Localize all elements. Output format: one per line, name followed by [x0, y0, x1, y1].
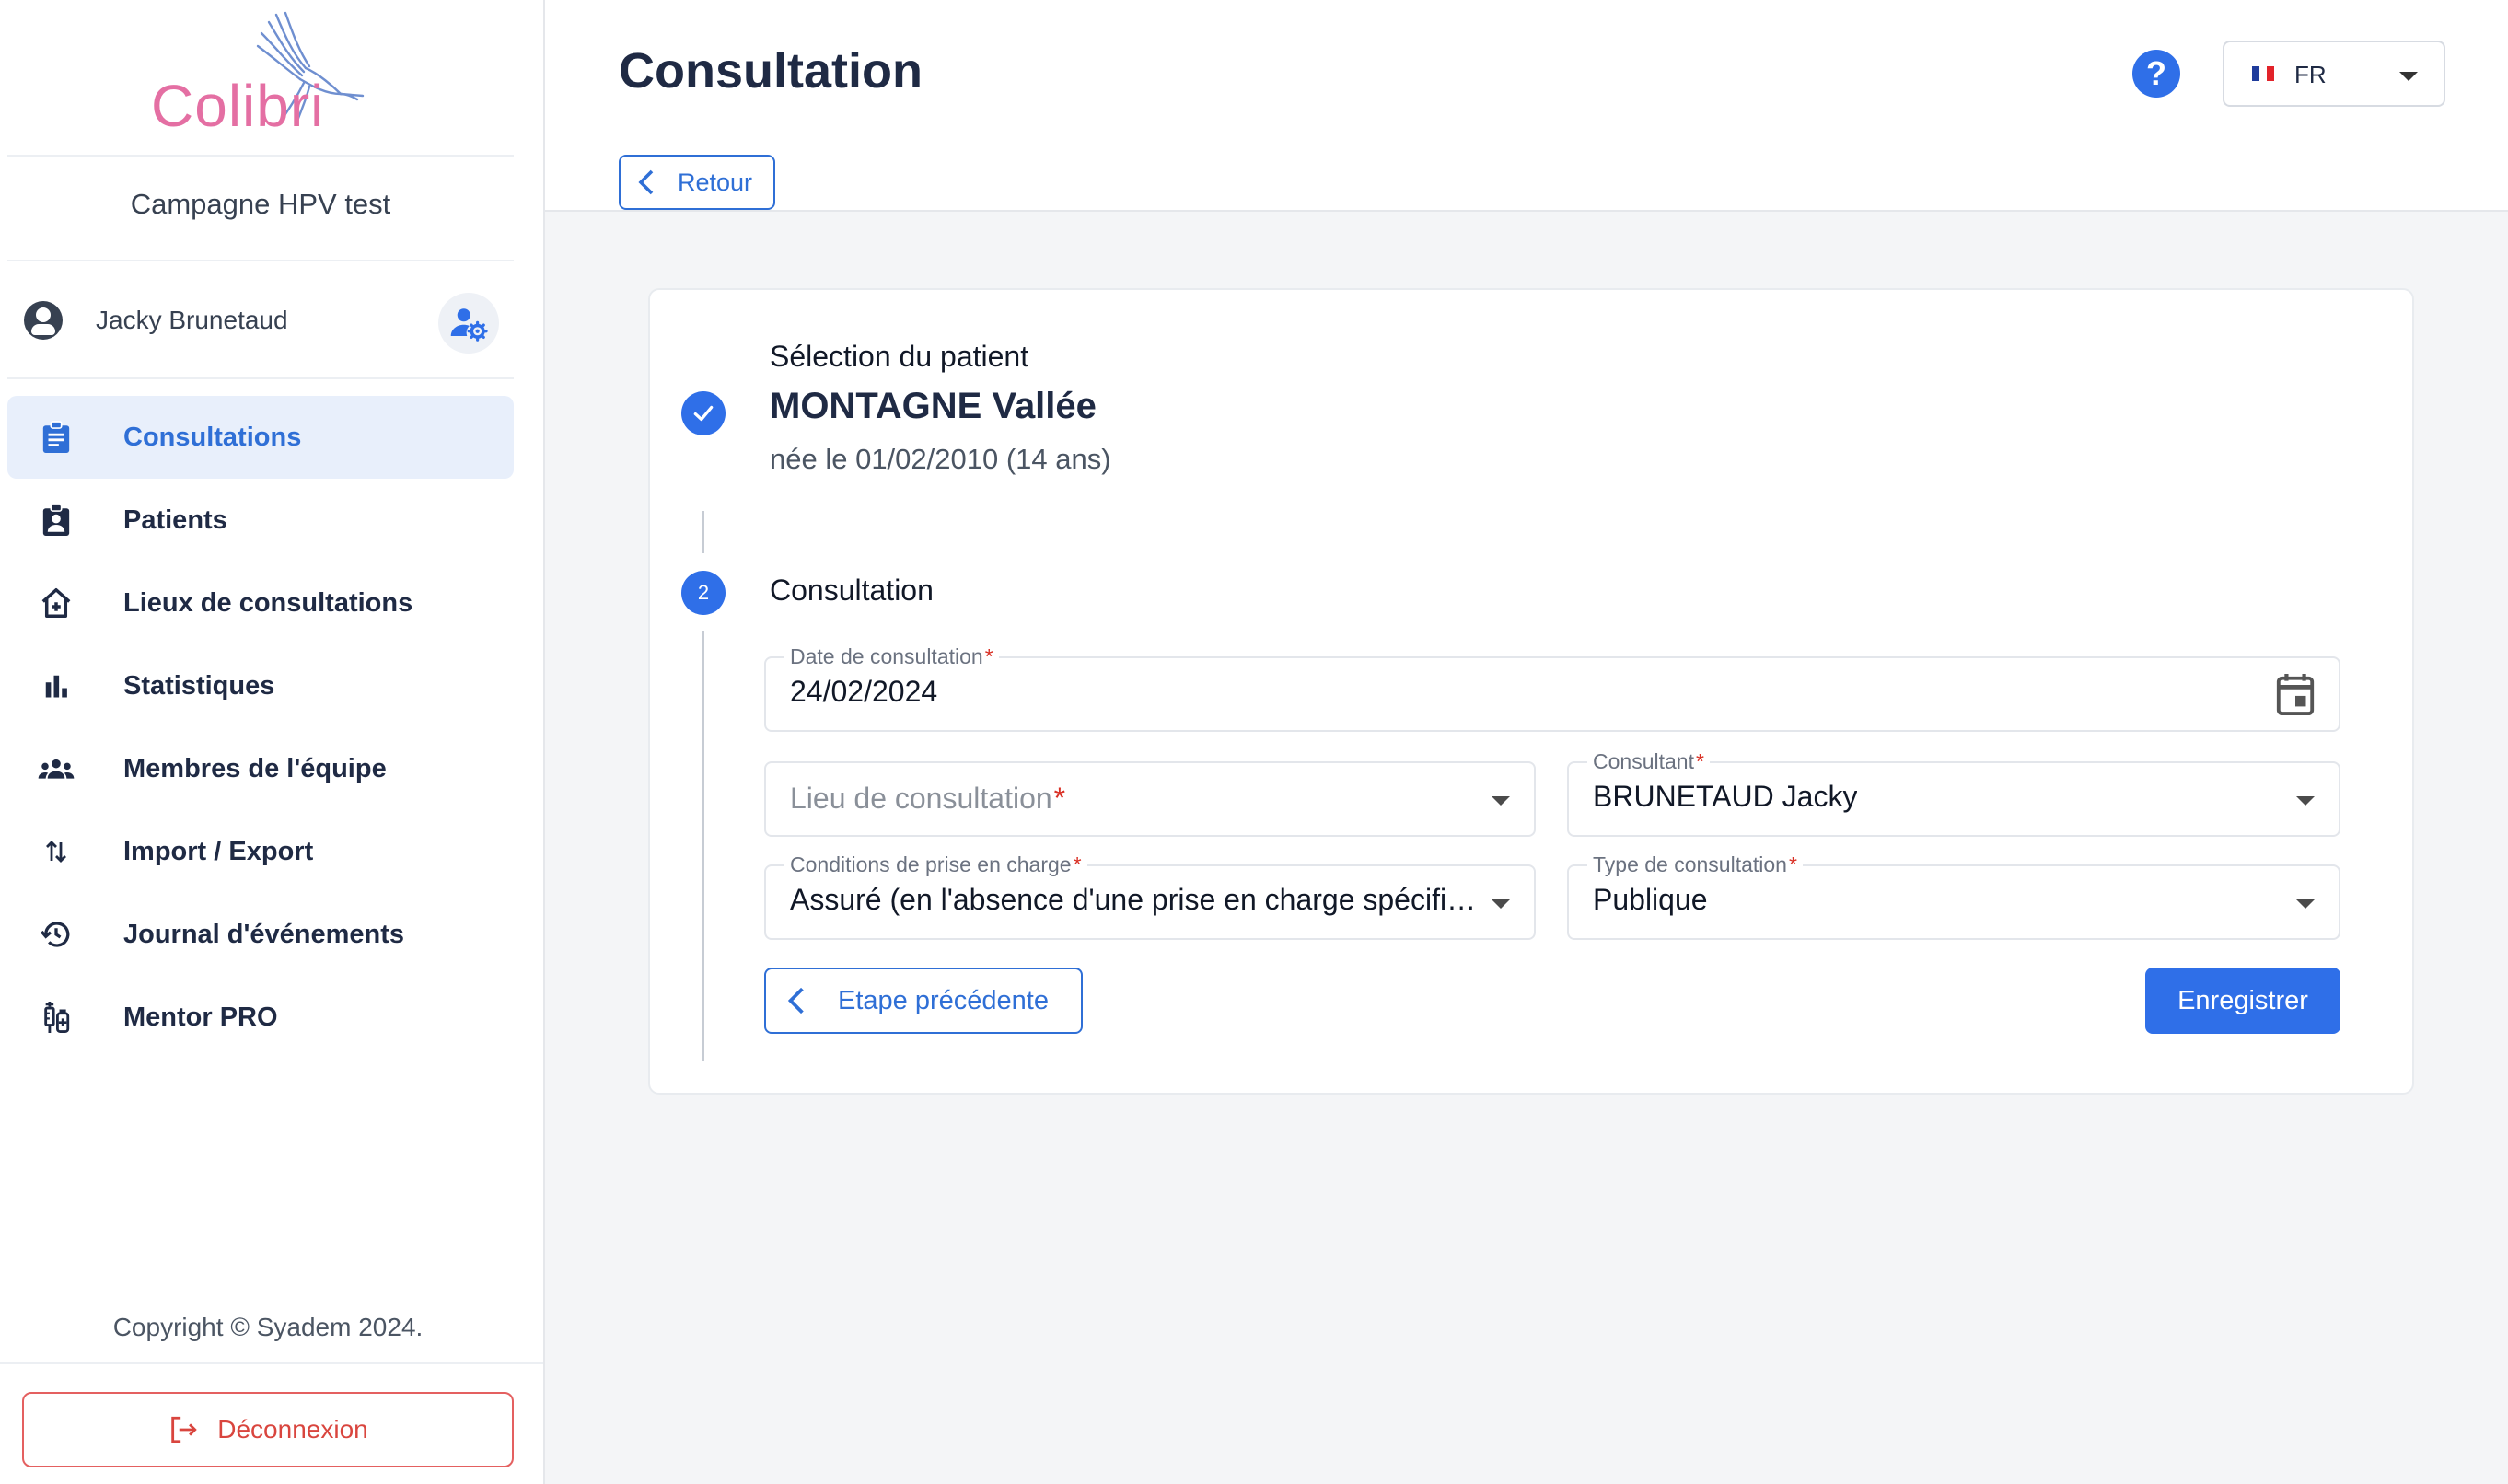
chevron-down-icon	[2296, 899, 2315, 909]
divider	[7, 155, 514, 157]
logout-button[interactable]: Déconnexion	[22, 1392, 514, 1467]
vaccine-icon	[35, 996, 77, 1038]
history-icon	[35, 913, 77, 956]
home-plus-icon	[35, 582, 77, 624]
field-label: Conditions de prise en charge*	[784, 852, 1087, 877]
field-label: Type de consultation*	[1587, 852, 1803, 877]
date-consultation-field[interactable]: Date de consultation* 24/02/2024	[764, 644, 2340, 732]
back-button[interactable]: Retour	[619, 155, 775, 210]
divider	[7, 377, 514, 379]
current-user: Jacky Brunetaud	[24, 293, 503, 354]
patient-name: MONTAGNE Vallée	[770, 386, 1097, 426]
logout-icon	[171, 1416, 198, 1443]
divider	[0, 1362, 543, 1364]
nav-item-patients[interactable]: Patients	[7, 479, 514, 562]
import-export-icon	[35, 830, 77, 873]
divider	[7, 260, 514, 261]
date-value: 24/02/2024	[790, 675, 938, 708]
chevron-down-icon	[1492, 796, 1510, 806]
patient-birthdate: née le 01/02/2010 (14 ans)	[770, 443, 1111, 475]
chevron-down-icon	[1492, 899, 1510, 909]
language-value: FR	[2294, 61, 2327, 88]
type-value: Publique	[1593, 883, 1708, 916]
bar-chart-icon	[35, 665, 77, 707]
nav-item-membres[interactable]: Membres de l'équipe	[7, 727, 514, 810]
consultant-value: BRUNETAUD Jacky	[1593, 780, 1858, 813]
nav-item-lieux[interactable]: Lieux de consultations	[7, 562, 514, 644]
nav-label: Membres de l'équipe	[123, 753, 387, 783]
calendar-icon[interactable]	[2274, 671, 2316, 717]
sidebar-nav: Consultations Patients Lieux de consulta…	[7, 396, 514, 1059]
consultant-select[interactable]: Consultant* BRUNETAUD Jacky	[1567, 749, 2340, 837]
user-name: Jacky Brunetaud	[96, 306, 288, 334]
chevron-down-icon	[2399, 72, 2418, 81]
step-content-line	[702, 631, 704, 1061]
help-icon[interactable]: ?	[2132, 50, 2180, 98]
campaign-name: Campagne HPV test	[130, 188, 391, 220]
back-label: Retour	[678, 168, 753, 196]
step-completed-check-icon	[681, 391, 726, 435]
page-title: Consultation	[619, 43, 923, 99]
type-consultation-select[interactable]: Type de consultation* Publique	[1567, 852, 2340, 940]
clipboard-icon	[35, 416, 77, 458]
previous-step-label: Etape précédente	[838, 985, 1049, 1015]
nav-label: Patients	[123, 504, 227, 535]
lieu-placeholder: Lieu de consultation*	[790, 782, 1066, 815]
sidebar: Colibri Campagne HPV test Jacky Brunetau…	[0, 0, 545, 1484]
field-label: Date de consultation*	[784, 644, 999, 669]
colibri-logo[interactable]: Colibri	[138, 9, 368, 139]
team-icon	[35, 748, 77, 790]
chevron-left-icon	[638, 169, 654, 195]
step-connector	[702, 511, 704, 553]
logout-label: Déconnexion	[217, 1415, 368, 1443]
chevron-down-icon	[2296, 796, 2315, 806]
nav-item-mentor-pro[interactable]: Mentor PRO	[7, 976, 514, 1059]
nav-item-consultations[interactable]: Consultations	[7, 396, 514, 479]
nav-item-journal[interactable]: Journal d'événements	[7, 893, 514, 976]
nav-item-statistiques[interactable]: Statistiques	[7, 644, 514, 727]
field-label: Consultant*	[1587, 749, 1710, 774]
step2-title: Consultation	[770, 574, 934, 607]
nav-label: Statistiques	[123, 670, 275, 701]
previous-step-button[interactable]: Etape précédente	[764, 968, 1083, 1034]
lieu-consultation-select[interactable]: Lieu de consultation*	[764, 761, 1536, 837]
nav-label: Mentor PRO	[123, 1002, 278, 1032]
user-avatar-icon	[24, 301, 63, 340]
nav-label: Import / Export	[123, 836, 314, 866]
save-button[interactable]: Enregistrer	[2145, 968, 2340, 1034]
user-gear-icon	[450, 308, 488, 342]
conditions-value: Assuré (en l'absence d'une prise en char…	[790, 883, 1477, 916]
conditions-prise-en-charge-select[interactable]: Conditions de prise en charge* Assuré (e…	[764, 852, 1536, 940]
nav-label: Consultations	[123, 422, 302, 452]
app-root: Colibri Campagne HPV test Jacky Brunetau…	[0, 0, 2508, 1484]
logo-text: Colibri	[151, 73, 325, 139]
user-settings-button[interactable]	[438, 293, 499, 354]
consultation-card: Sélection du patient MONTAGNE Vallée née…	[648, 288, 2414, 1095]
french-flag-icon	[2252, 66, 2274, 81]
language-select[interactable]: FR	[2223, 41, 2445, 107]
step2-number: 2	[681, 571, 726, 615]
header: Consultation ? FR Retour	[545, 0, 2508, 212]
patient-badge-icon	[35, 499, 77, 541]
chevron-left-icon	[787, 987, 804, 1014]
nav-label: Lieux de consultations	[123, 587, 413, 618]
nav-item-import-export[interactable]: Import / Export	[7, 810, 514, 893]
step1-title: Sélection du patient	[770, 340, 1029, 373]
nav-label: Journal d'événements	[123, 919, 405, 949]
copyright: Copyright © Syadem 2024.	[112, 1313, 424, 1341]
